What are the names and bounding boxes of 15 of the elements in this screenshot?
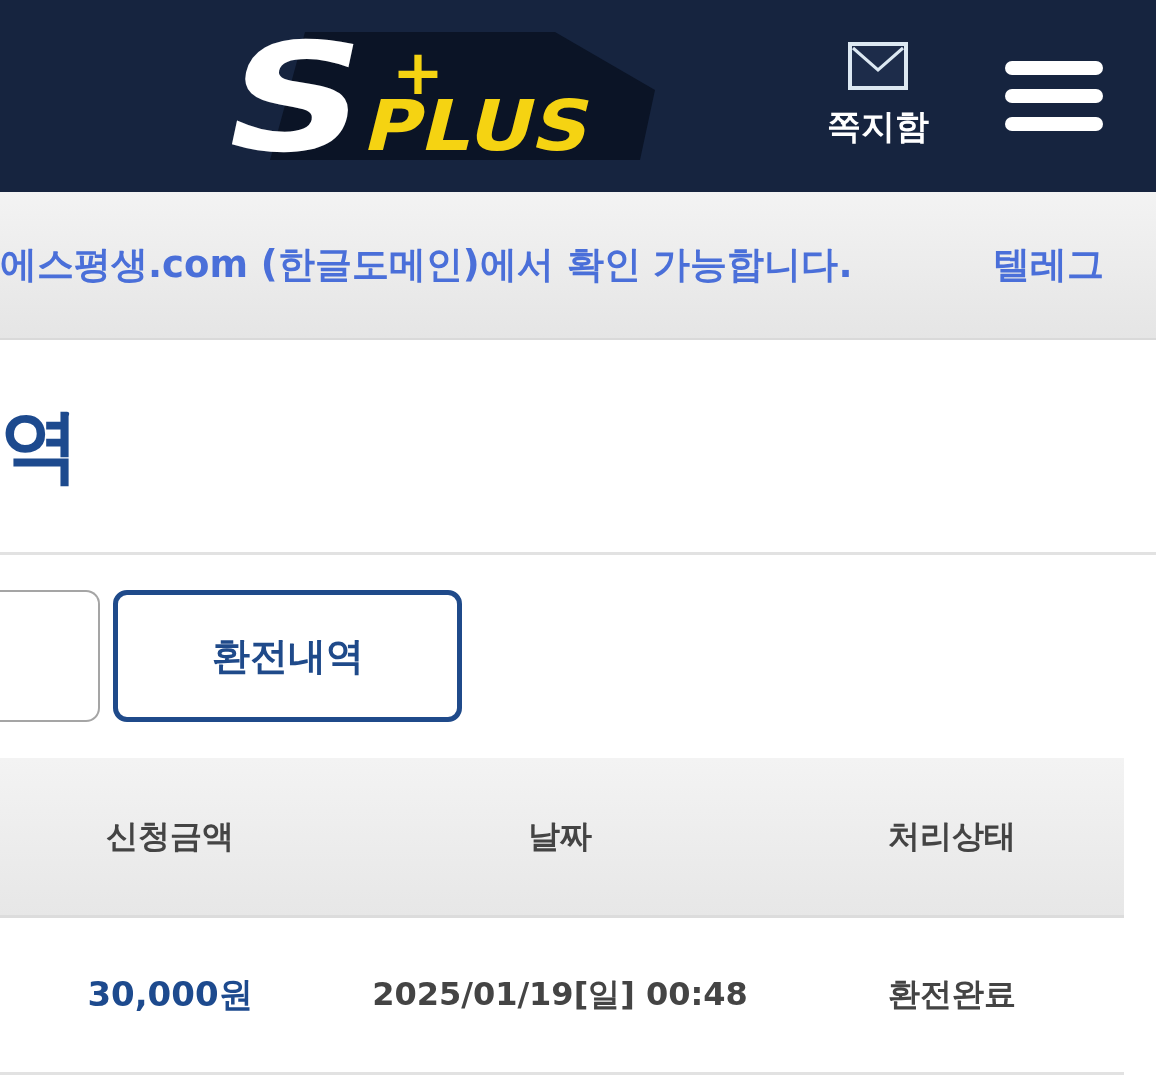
logo-plus: +	[392, 48, 444, 98]
messages-button[interactable]: 쪽지함	[820, 42, 935, 150]
menu-icon	[1005, 61, 1103, 131]
envelope-icon	[847, 42, 908, 90]
tab[interactable]: 환전내역	[113, 590, 462, 722]
column-header: 신청금액	[106, 815, 234, 857]
column-header: 처리상태	[888, 815, 1016, 857]
notice-text: 텔레그	[993, 242, 1105, 288]
page-title: 역	[0, 406, 80, 486]
menu-button[interactable]	[1005, 61, 1103, 131]
table-cell-text: 환전완료	[888, 974, 1016, 1015]
table-cell-text: 2025/01/19[일] 00:48	[372, 974, 748, 1015]
table-cell-text: 30,000원	[87, 973, 253, 1016]
notice-text: 에스평생.com (한글도메인)에서 확인 가능합니다.	[0, 242, 853, 288]
column-header: 날짜	[528, 815, 592, 857]
